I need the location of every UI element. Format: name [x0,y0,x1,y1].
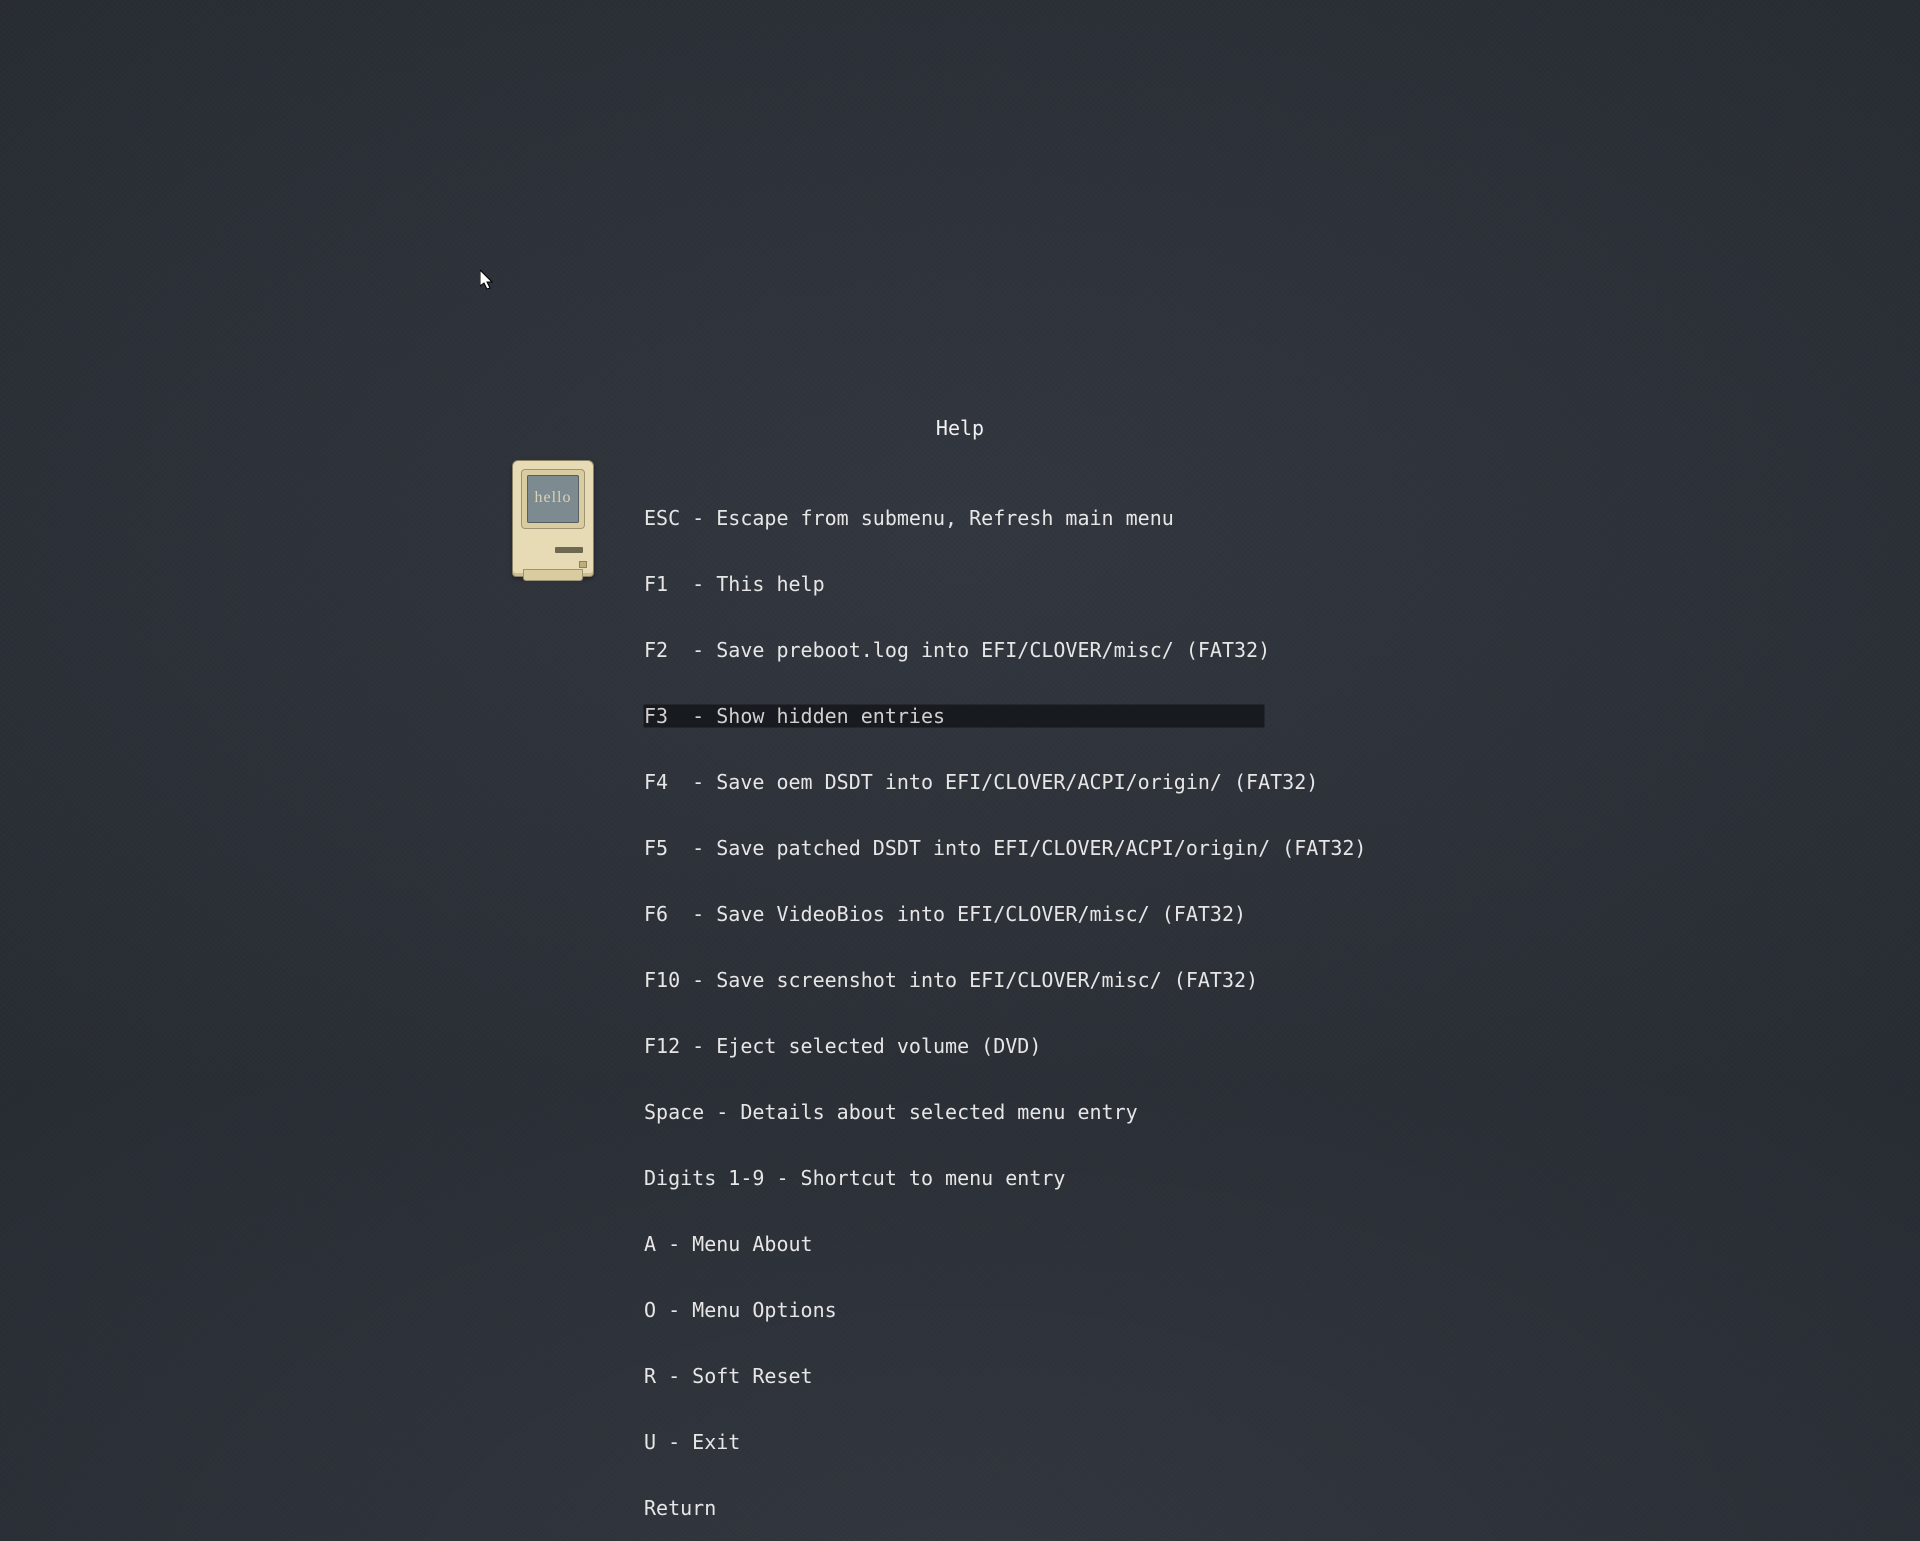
help-row-f4[interactable]: F4 - Save oem DSDT into EFI/CLOVER/ACPI/… [644,771,1264,793]
help-row-o[interactable]: O - Menu Options [644,1299,1264,1321]
classic-mac-icon: hello [512,460,592,580]
help-row-digits[interactable]: Digits 1-9 - Shortcut to menu entry [644,1167,1264,1189]
mouse-cursor-icon [480,270,496,292]
help-row-f2[interactable]: F2 - Save preboot.log into EFI/CLOVER/mi… [644,639,1264,661]
help-row-return[interactable]: Return [644,1497,1264,1519]
help-row-f3[interactable]: F3 - Show hidden entries [644,705,1264,727]
help-row-esc[interactable]: ESC - Escape from submenu, Refresh main … [644,507,1264,529]
help-row-space[interactable]: Space - Details about selected menu entr… [644,1101,1264,1123]
help-row-a[interactable]: A - Menu About [644,1233,1264,1255]
help-row-r[interactable]: R - Soft Reset [644,1365,1264,1387]
help-row-f1[interactable]: F1 - This help [644,573,1264,595]
page-title: Help [0,416,1920,440]
help-row-f12[interactable]: F12 - Eject selected volume (DVD) [644,1035,1264,1057]
help-row-f5[interactable]: F5 - Save patched DSDT into EFI/CLOVER/A… [644,837,1264,859]
help-list: ESC - Escape from submenu, Refresh main … [644,463,1264,1541]
help-row-f10[interactable]: F10 - Save screenshot into EFI/CLOVER/mi… [644,969,1264,991]
help-row-u[interactable]: U - Exit [644,1431,1264,1453]
hello-text: hello [527,489,579,507]
help-row-f6[interactable]: F6 - Save VideoBios into EFI/CLOVER/misc… [644,903,1264,925]
